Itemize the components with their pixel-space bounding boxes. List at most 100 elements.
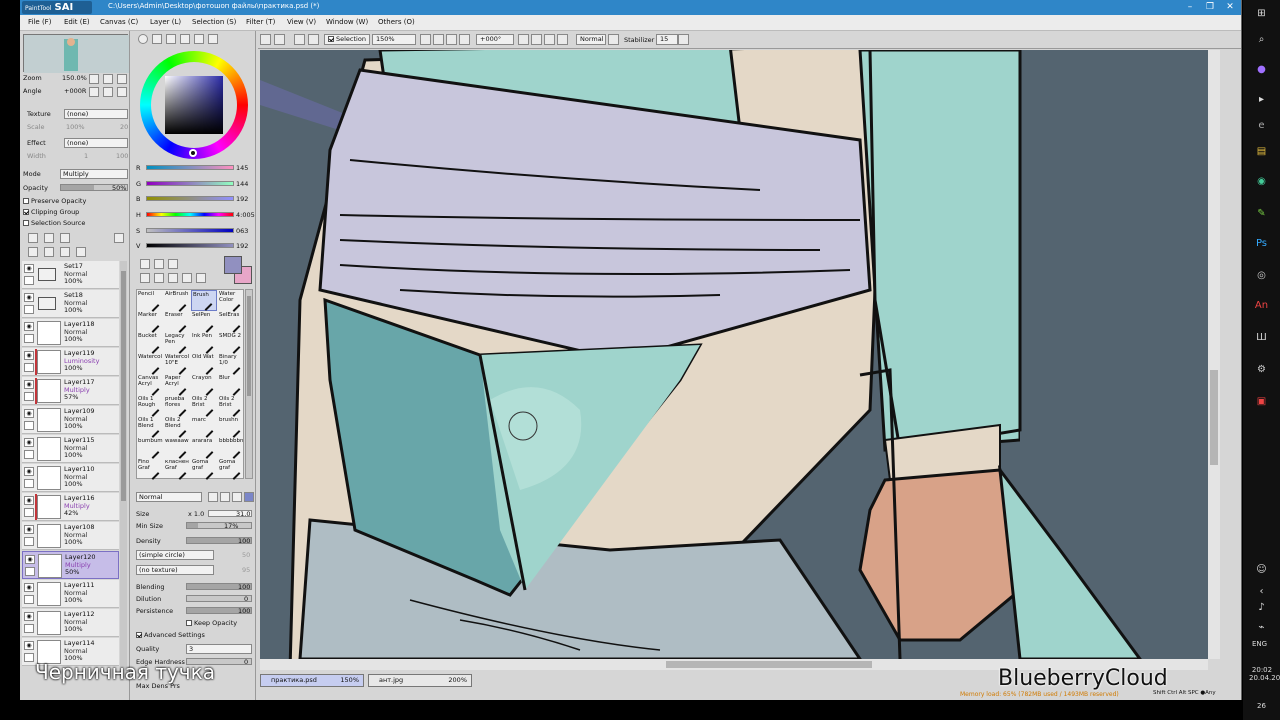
rotate-reset-icon[interactable] bbox=[117, 87, 127, 97]
brush-slot[interactable]: Eraser bbox=[164, 311, 190, 333]
selection-toggle[interactable]: Selection bbox=[324, 34, 370, 45]
lasso-tool-icon[interactable] bbox=[154, 259, 164, 269]
rotate-tool-icon[interactable] bbox=[168, 273, 178, 283]
saturation-value-square[interactable] bbox=[165, 76, 223, 134]
color-wheel-tab-icon[interactable] bbox=[138, 34, 148, 44]
hsv-tab-icon[interactable] bbox=[166, 34, 176, 44]
cortana-icon[interactable]: ● bbox=[1254, 62, 1269, 77]
layer-lock-icon[interactable] bbox=[24, 392, 34, 401]
stabilizer-select[interactable]: 15 bbox=[656, 34, 678, 45]
visibility-eye-icon[interactable]: ◉ bbox=[24, 641, 34, 650]
menu-view[interactable]: View (V) bbox=[287, 18, 316, 26]
visibility-eye-icon[interactable]: ◉ bbox=[25, 555, 35, 564]
brush-slot[interactable]: bumbum bbox=[137, 437, 163, 459]
brush-slot[interactable]: wawaaw bbox=[164, 437, 190, 459]
layer-row[interactable]: ◉ Set17 Normal 100% bbox=[22, 261, 119, 289]
r-slider[interactable] bbox=[146, 165, 234, 170]
selection-source-checkbox[interactable]: Selection Source bbox=[23, 219, 85, 227]
search-icon[interactable]: ⌕ bbox=[1254, 32, 1269, 47]
brush-tip-flat-icon[interactable] bbox=[244, 492, 254, 502]
canvas-vscroll-thumb[interactable] bbox=[1210, 370, 1218, 465]
preserve-opacity-checkbox[interactable]: Preserve Opacity bbox=[23, 197, 86, 205]
brush-slot[interactable]: Fino Graf bbox=[137, 458, 163, 480]
brush-slot[interactable]: brushn bbox=[218, 416, 244, 438]
zoom-out-icon[interactable] bbox=[89, 74, 99, 84]
menu-canvas[interactable]: Canvas (C) bbox=[100, 18, 138, 26]
brush-slot[interactable]: Legacy Pen bbox=[164, 332, 190, 354]
language-indicator[interactable]: ENG bbox=[1252, 640, 1267, 648]
menu-layer[interactable]: Layer (L) bbox=[150, 18, 181, 26]
zoom-fit-icon[interactable] bbox=[446, 34, 457, 45]
keep-opacity-checkbox[interactable]: Keep Opacity bbox=[186, 619, 237, 627]
visibility-eye-icon[interactable]: ◉ bbox=[24, 264, 34, 273]
layer-row[interactable]: ◉ Layer111 Normal 100% bbox=[22, 580, 119, 608]
delete-layer-icon[interactable] bbox=[76, 247, 86, 257]
menu-edit[interactable]: Edit (E) bbox=[64, 18, 90, 26]
brush-slot[interactable]: Watercol 10"E bbox=[164, 353, 190, 375]
people-icon[interactable]: ☺ bbox=[1254, 562, 1269, 577]
brush-slot[interactable]: Paper Acryl bbox=[164, 374, 190, 396]
rotate-reset-toolbar-icon[interactable] bbox=[544, 34, 555, 45]
eyedropper-icon[interactable] bbox=[196, 273, 206, 283]
brush-slot[interactable]: Binary 1/0 bbox=[218, 353, 244, 375]
layer-row[interactable]: ◉ Set18 Normal 100% bbox=[22, 290, 119, 318]
brush-slot[interactable]: Ink Pen bbox=[191, 332, 217, 354]
s-slider[interactable] bbox=[146, 228, 234, 233]
layer-list-scrollbar[interactable] bbox=[120, 261, 127, 681]
zoom-in-icon[interactable] bbox=[103, 74, 113, 84]
texture-select[interactable]: (none) bbox=[64, 109, 128, 119]
preserve-opacity-box[interactable] bbox=[23, 198, 29, 204]
rotate-cw-icon[interactable] bbox=[531, 34, 542, 45]
move-tool-icon[interactable] bbox=[140, 273, 150, 283]
photoshop-icon[interactable]: Ps bbox=[1254, 236, 1269, 251]
brush-slot[interactable]: Oils 1 Rough bbox=[137, 395, 163, 417]
clipping-group-checkbox[interactable]: Clipping Group bbox=[23, 208, 79, 216]
selection-toggle-box[interactable] bbox=[328, 36, 334, 42]
b-slider[interactable] bbox=[146, 196, 234, 201]
brush-slot[interactable]: Canvas Acryl bbox=[137, 374, 163, 396]
rotate-left-icon[interactable] bbox=[89, 87, 99, 97]
menu-window[interactable]: Window (W) bbox=[326, 18, 368, 26]
visibility-eye-icon[interactable]: ◉ bbox=[24, 612, 34, 621]
brush-slot[interactable]: Watercol bbox=[137, 353, 163, 375]
layer-row[interactable]: ◉ Layer115 Normal 100% bbox=[22, 435, 119, 463]
brush-grid-scrollbar[interactable] bbox=[245, 289, 253, 479]
brush-slot[interactable]: Oils 2 Blend bbox=[164, 416, 190, 438]
clock[interactable]: 20:0220.04.2019 bbox=[1249, 666, 1280, 682]
zoom-in-toolbar-icon[interactable] bbox=[433, 34, 444, 45]
brush-slot[interactable]: Oils 2 Brist bbox=[218, 395, 244, 417]
visibility-eye-icon[interactable]: ◉ bbox=[24, 467, 34, 476]
visibility-eye-icon[interactable]: ◉ bbox=[24, 351, 34, 360]
brush-slot[interactable]: ararara bbox=[191, 437, 217, 459]
size-multiplier[interactable]: x 1.0 bbox=[188, 510, 204, 518]
visibility-eye-icon[interactable]: ◉ bbox=[24, 380, 34, 389]
layer-row[interactable]: ◉ Layer116 Multiply 42% bbox=[22, 493, 119, 521]
effect-select[interactable]: (none) bbox=[64, 138, 128, 148]
layer-row[interactable]: ◉ Layer119 Luminosity 100% bbox=[22, 348, 119, 376]
palette-tab-icon[interactable] bbox=[208, 34, 218, 44]
layer-lock-icon[interactable] bbox=[24, 479, 34, 488]
brush-slot[interactable]: SelEras bbox=[218, 311, 244, 333]
layer-lock-icon[interactable] bbox=[24, 595, 34, 604]
clear-layer-icon[interactable] bbox=[60, 247, 70, 257]
brush-slot[interactable]: Crayon bbox=[191, 374, 217, 396]
select-tool-icon[interactable] bbox=[140, 259, 150, 269]
visibility-eye-icon[interactable]: ◉ bbox=[24, 438, 34, 447]
layer-row[interactable]: ◉ Layer110 Normal 100% bbox=[22, 464, 119, 492]
rotate-ccw-icon[interactable] bbox=[518, 34, 529, 45]
transfer-down-icon[interactable] bbox=[28, 247, 38, 257]
canvas-vertical-scrollbar[interactable] bbox=[1208, 50, 1220, 659]
layer-lock-icon[interactable] bbox=[24, 334, 34, 343]
layer-row[interactable]: ◉ Layer118 Normal 100% bbox=[22, 319, 119, 347]
edge-icon[interactable]: e bbox=[1254, 118, 1269, 133]
brush-slot[interactable]: Oils 1 Blend bbox=[137, 416, 163, 438]
volume-icon[interactable]: ♪ bbox=[1254, 600, 1269, 615]
layer-lock-icon[interactable] bbox=[24, 450, 34, 459]
tab-ant[interactable]: ант.jpg 200% bbox=[368, 674, 472, 687]
h-slider[interactable] bbox=[146, 212, 234, 217]
file-explorer-icon[interactable]: ▤ bbox=[1254, 144, 1269, 159]
brush-slot[interactable]: Goma graf bbox=[218, 458, 244, 480]
rgb-tab-icon[interactable] bbox=[152, 34, 162, 44]
color-wheel[interactable] bbox=[140, 51, 248, 159]
close-button[interactable]: ✕ bbox=[1220, 0, 1240, 15]
